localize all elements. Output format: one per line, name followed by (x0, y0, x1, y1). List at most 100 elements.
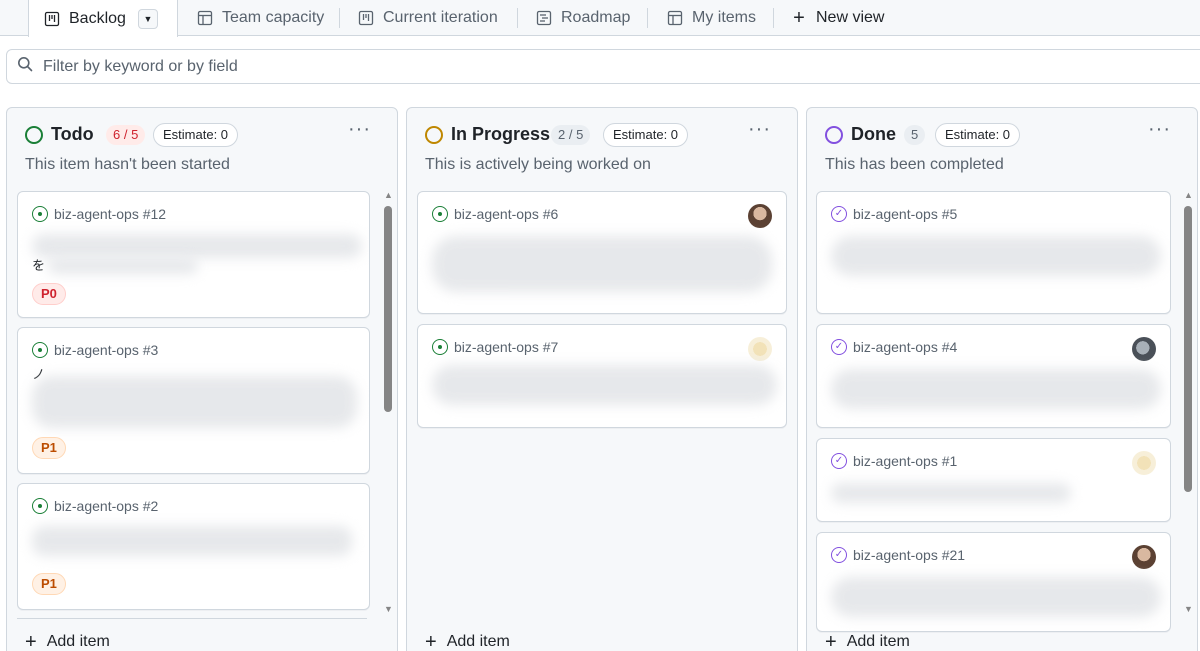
board-icon (357, 9, 375, 27)
scroll-thumb[interactable] (384, 206, 392, 412)
new-view-button[interactable]: + New view (790, 0, 884, 36)
issue-card[interactable]: biz-agent-ops #3 ノ P1 (17, 327, 370, 474)
add-item-label: Add item (446, 633, 510, 650)
plus-icon: + (25, 631, 37, 651)
card-ref-label: biz-agent-ops #6 (454, 206, 559, 222)
new-view-label: New view (816, 9, 885, 26)
column-todo: Todo 6 / 5 Estimate: 0 ··· This item has… (6, 107, 398, 651)
column-title: Todo (51, 124, 94, 144)
issue-card[interactable]: biz-agent-ops #2 P1 (17, 483, 370, 610)
issue-open-icon (432, 206, 448, 222)
card-ref-label: biz-agent-ops #21 (853, 547, 966, 563)
view-options-button[interactable]: ▼ (137, 8, 158, 29)
scroll-up-icon[interactable]: ▲ (1184, 190, 1193, 200)
column-description: This has been completed (825, 156, 1004, 173)
table-icon (666, 9, 684, 27)
add-item-button[interactable]: + Add item (425, 632, 510, 651)
redacted-title (831, 369, 1161, 409)
issue-card[interactable]: biz-agent-ops #6 (417, 191, 787, 314)
issue-closed-icon: ✓ (831, 453, 847, 469)
tab-divider (517, 8, 518, 28)
scroll-up-icon[interactable]: ▲ (384, 190, 393, 200)
scroll-thumb[interactable] (1184, 206, 1192, 492)
add-item-label: Add item (46, 633, 110, 650)
issue-card[interactable]: ✓ biz-agent-ops #5 (816, 191, 1171, 314)
issue-card[interactable]: biz-agent-ops #12 を P0 (17, 191, 370, 318)
view-tab-bar: Backlog ▼ Team capacity Current iteratio… (0, 0, 1200, 37)
scroll-down-icon[interactable]: ▼ (1184, 604, 1193, 614)
column-count-badge: 6 / 5 (106, 125, 146, 145)
scrollbar[interactable]: ▲ ▼ (384, 190, 393, 620)
roadmap-icon (535, 9, 553, 27)
assignee-avatar[interactable] (1132, 337, 1156, 361)
column-header: Done 5 Estimate: 0 ··· This has been com… (807, 108, 1197, 188)
tab-divider (339, 8, 340, 28)
card-ref[interactable]: biz-agent-ops #6 (432, 206, 558, 222)
tab-label: Team capacity (222, 9, 325, 26)
card-ref[interactable]: ✓ biz-agent-ops #21 (831, 547, 965, 563)
issue-card[interactable]: ✓ biz-agent-ops #1 (816, 438, 1171, 522)
card-ref[interactable]: ✓ biz-agent-ops #1 (831, 453, 957, 469)
priority-badge[interactable]: P1 (32, 437, 66, 459)
card-ref[interactable]: biz-agent-ops #12 (32, 206, 166, 222)
card-ref[interactable]: ✓ biz-agent-ops #5 (831, 206, 957, 222)
issue-closed-icon: ✓ (831, 206, 847, 222)
assignee-avatar[interactable] (748, 204, 772, 228)
tab-roadmap[interactable]: Roadmap (535, 0, 630, 36)
title-fragment: を (32, 258, 46, 273)
column-menu-icon[interactable]: ··· (748, 118, 771, 141)
add-item-button[interactable]: + Add item (25, 632, 110, 651)
card-ref-label: biz-agent-ops #3 (54, 342, 159, 358)
tab-divider (773, 8, 774, 28)
status-circle-icon (425, 126, 443, 144)
scrollbar[interactable]: ▲ ▼ (1184, 190, 1193, 620)
card-ref-label: biz-agent-ops #7 (454, 339, 559, 355)
redacted-title (32, 376, 357, 428)
card-ref-label: biz-agent-ops #2 (54, 498, 159, 514)
column-header: In Progress 2 / 5 Estimate: 0 ··· This i… (407, 108, 797, 188)
card-ref[interactable]: biz-agent-ops #2 (32, 498, 158, 514)
status-circle-icon (25, 126, 43, 144)
issue-card[interactable]: ✓ biz-agent-ops #21 (816, 532, 1171, 632)
estimate-badge: Estimate: 0 (153, 123, 239, 147)
issue-open-icon (32, 342, 48, 358)
assignee-avatar[interactable] (1132, 451, 1156, 475)
issue-card[interactable]: biz-agent-ops #7 (417, 324, 787, 428)
filter-bar (6, 49, 1200, 84)
priority-badge[interactable]: P1 (32, 573, 66, 595)
add-item-button[interactable]: + Add item (825, 632, 910, 651)
column-header: Todo 6 / 5 Estimate: 0 ··· This item has… (7, 108, 397, 188)
issue-open-icon (32, 498, 48, 514)
plus-icon: + (793, 6, 805, 29)
search-icon (17, 56, 33, 77)
redacted-title (32, 526, 352, 556)
redacted-title (831, 577, 1161, 617)
redacted-title (432, 365, 777, 405)
assignee-avatar[interactable] (1132, 545, 1156, 569)
tab-backlog[interactable]: Backlog ▼ (28, 0, 178, 37)
tab-current-iteration[interactable]: Current iteration (357, 0, 498, 36)
column-count-badge: 2 / 5 (551, 125, 591, 145)
card-ref-label: biz-agent-ops #5 (853, 206, 958, 222)
scroll-down-icon[interactable]: ▼ (384, 604, 393, 614)
card-ref-label: biz-agent-ops #12 (54, 206, 167, 222)
card-ref[interactable]: biz-agent-ops #7 (432, 339, 558, 355)
column-menu-icon[interactable]: ··· (1148, 118, 1171, 141)
column-title: In Progress (451, 124, 551, 144)
assignee-avatar[interactable] (748, 337, 772, 361)
tab-divider (647, 8, 648, 28)
priority-badge[interactable]: P0 (32, 283, 66, 305)
column-menu-icon[interactable]: ··· (348, 118, 371, 141)
card-ref[interactable]: ✓ biz-agent-ops #4 (831, 339, 957, 355)
tab-label: Roadmap (561, 9, 631, 26)
tab-my-items[interactable]: My items (666, 0, 756, 36)
tab-team-capacity[interactable]: Team capacity (196, 0, 324, 36)
redacted-title (831, 483, 1071, 503)
card-ref[interactable]: biz-agent-ops #3 (32, 342, 158, 358)
redacted-title (48, 258, 198, 274)
tab-label: Current iteration (383, 9, 498, 26)
filter-input[interactable] (43, 57, 443, 76)
estimate-badge: Estimate: 0 (935, 123, 1021, 147)
tab-label: Backlog (69, 9, 126, 27)
issue-card[interactable]: ✓ biz-agent-ops #4 (816, 324, 1171, 428)
